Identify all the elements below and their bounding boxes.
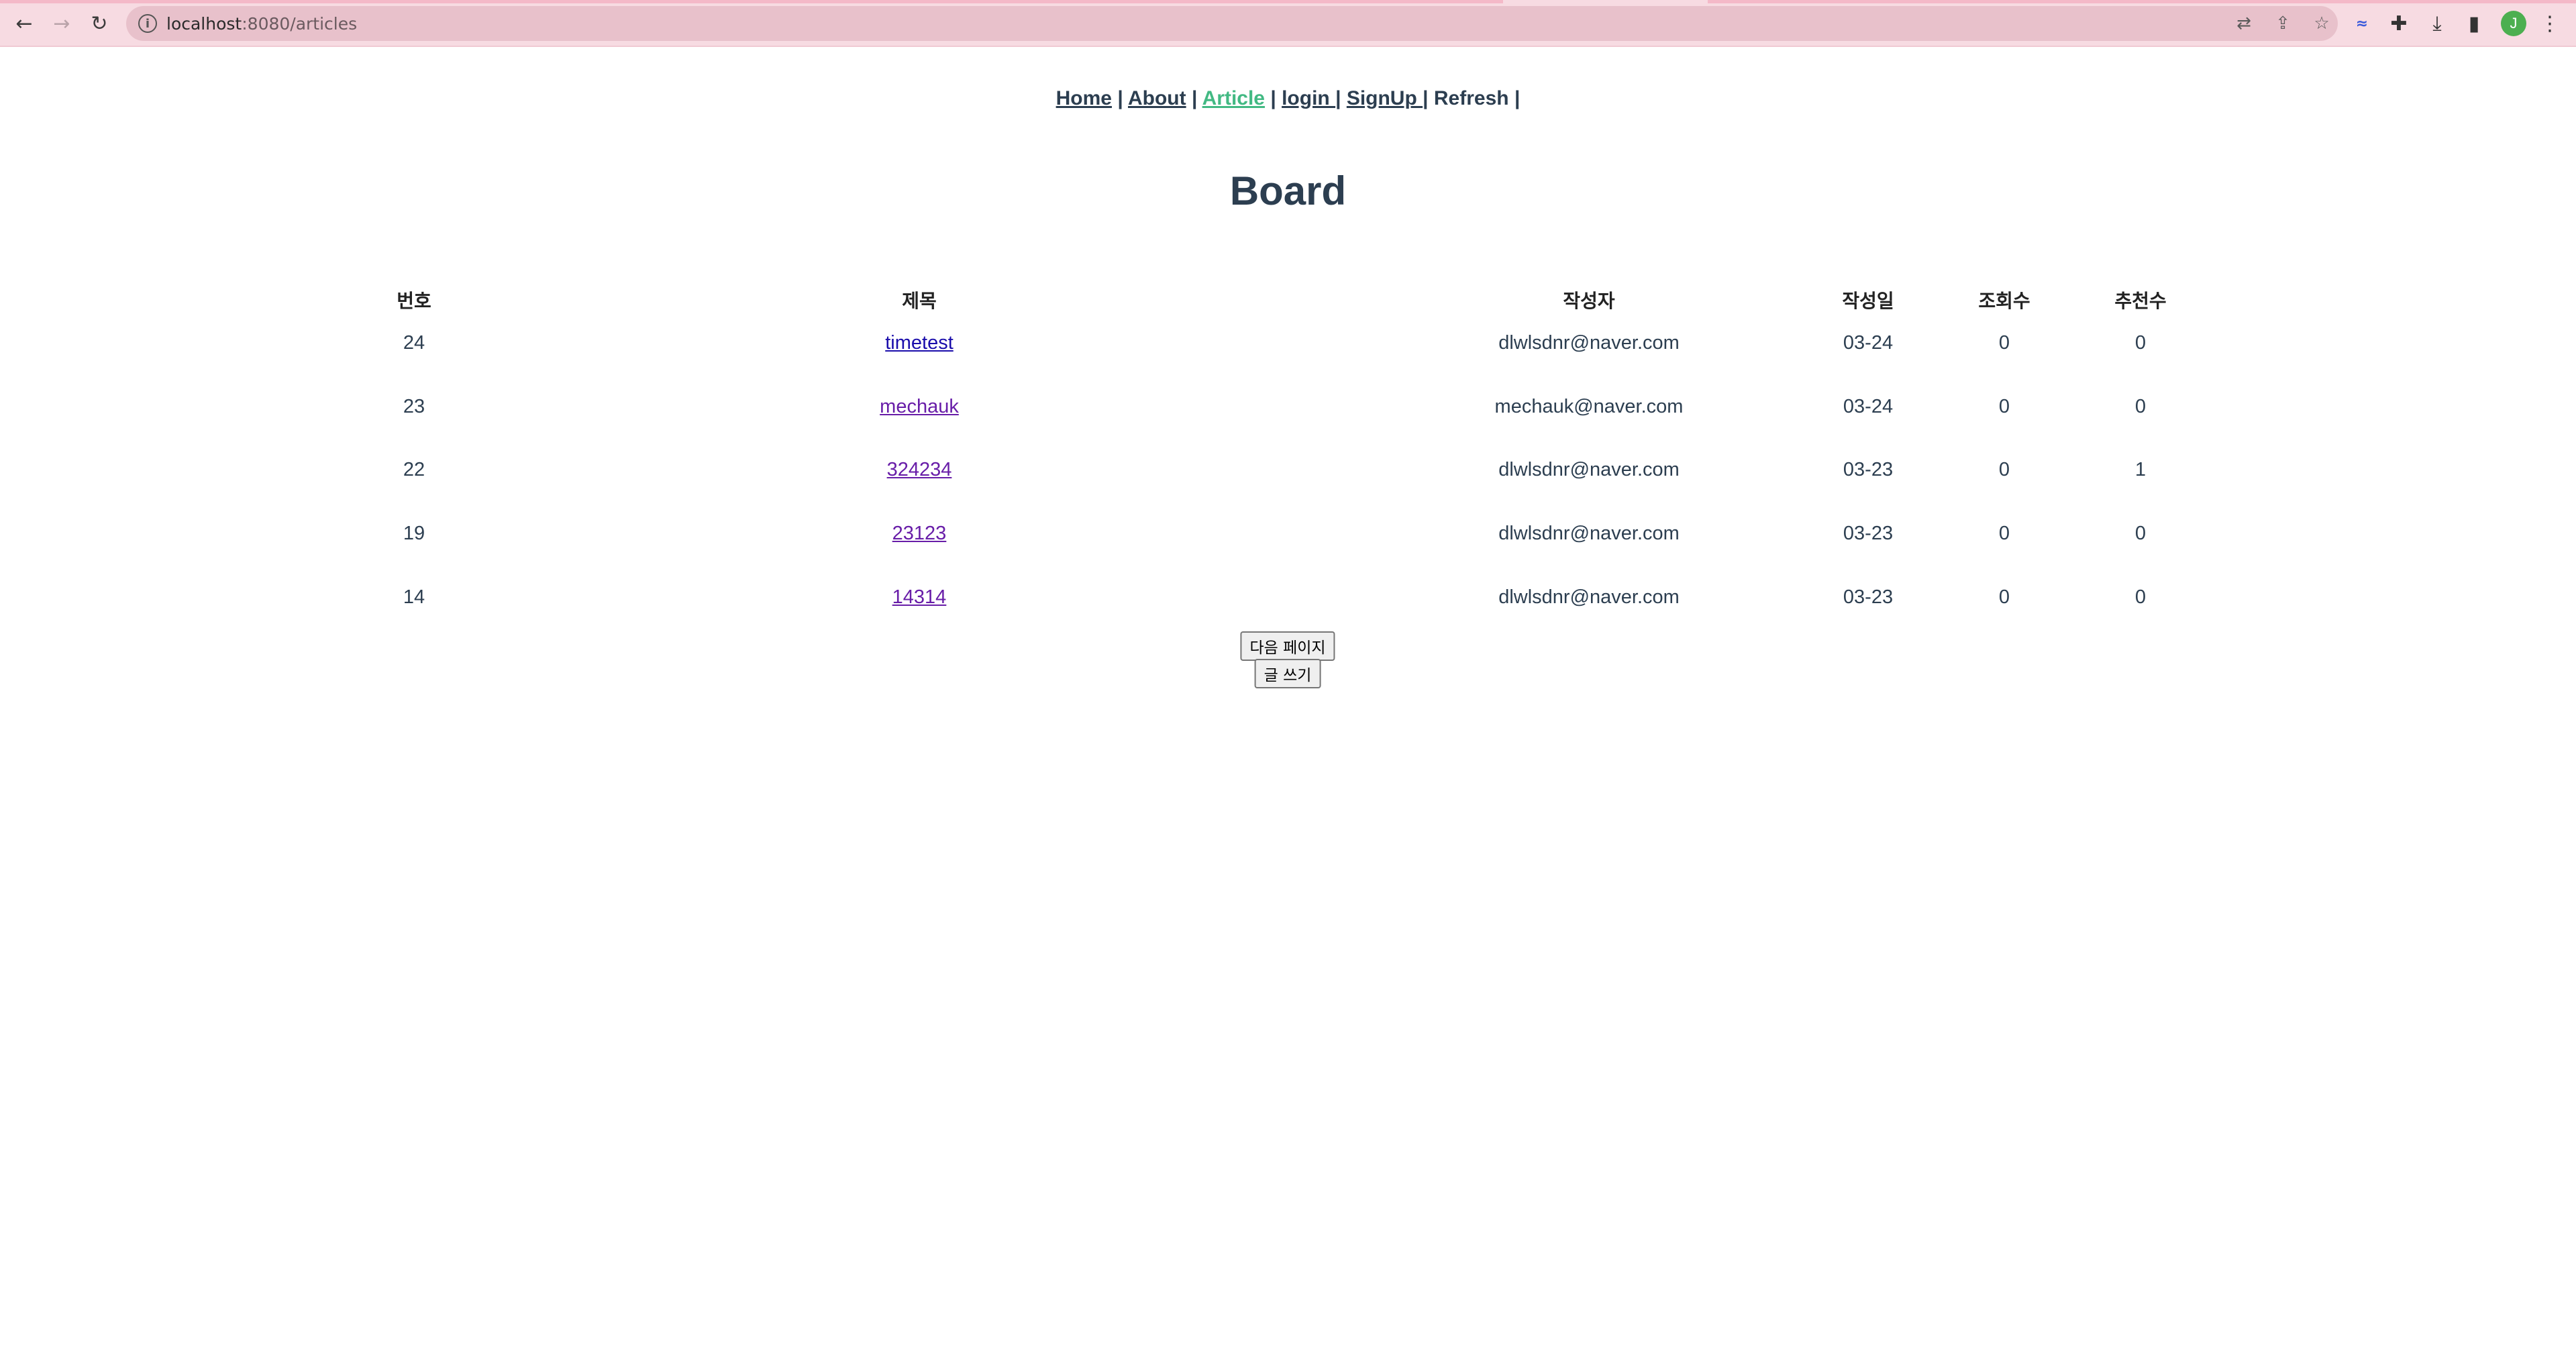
article-title-link[interactable]: 23123 — [892, 523, 947, 544]
article-title-link[interactable]: timetest — [885, 332, 954, 354]
cell-title: mechauk — [880, 396, 959, 418]
site-nav: Home | About | Article | login | SignUp … — [0, 87, 2576, 110]
url-host: localhost — [166, 14, 242, 34]
nav-separator: | — [1117, 87, 1123, 109]
column-header-views: 조회수 — [1978, 290, 2030, 312]
cell-no: 23 — [403, 396, 425, 417]
column-header-likes: 추천수 — [2114, 290, 2167, 312]
share-icon[interactable]: ⇪ — [2272, 13, 2294, 34]
article-title-link[interactable]: 324234 — [887, 459, 952, 480]
cell-likes: 1 — [2134, 459, 2147, 480]
bookmark-star-icon[interactable]: ☆ — [2311, 13, 2332, 34]
menu-kebab-icon[interactable]: ⋮ — [2535, 9, 2565, 38]
cell-author: dlwlsdnr@naver.com — [1498, 459, 1680, 480]
column-header-author: 작성자 — [1563, 290, 1615, 312]
nav-about-link[interactable]: About — [1128, 87, 1186, 109]
cell-date: 03-23 — [1843, 523, 1894, 544]
nav-login-label: login — [1282, 87, 1336, 109]
cell-no: 22 — [403, 459, 425, 480]
tab-strip-edge — [0, 0, 2576, 3]
nav-separator: | — [1270, 87, 1276, 109]
cell-views: 0 — [1998, 396, 2010, 417]
next-page-button[interactable]: 다음 페이지 — [1240, 631, 1335, 661]
cell-no: 14 — [403, 586, 425, 608]
cell-title: 324234 — [887, 459, 952, 481]
article-title-link[interactable]: 14314 — [892, 586, 947, 608]
nav-refresh-text[interactable]: Refresh — [1434, 87, 1509, 109]
cell-views: 0 — [1998, 586, 2010, 608]
write-article-button[interactable]: 글 쓰기 — [1254, 659, 1321, 688]
side-panel-icon[interactable]: ▮ — [2459, 9, 2489, 38]
url-path: :8080/articles — [242, 14, 358, 34]
browser-toolbar: ← → ↻ i localhost:8080/articles ⇄ ⇪ ☆ ≈ … — [0, 0, 2576, 47]
cell-author: dlwlsdnr@naver.com — [1498, 586, 1680, 608]
download-icon[interactable]: ⤓ — [2422, 9, 2452, 38]
column-header-date: 작성일 — [1842, 290, 1894, 312]
extension-icon[interactable]: ≈ — [2347, 9, 2377, 38]
nav-home-link[interactable]: Home — [1056, 87, 1112, 109]
article-title-link[interactable]: mechauk — [880, 396, 959, 417]
nav-article-link[interactable]: Article — [1202, 87, 1265, 109]
forward-arrow-icon[interactable]: → — [47, 9, 76, 38]
url-text[interactable]: localhost:8080/articles — [166, 14, 357, 34]
cell-likes: 0 — [2134, 332, 2147, 354]
cell-title: 23123 — [892, 523, 947, 545]
back-arrow-icon[interactable]: ← — [9, 9, 39, 38]
extensions-puzzle-icon[interactable]: ✚ — [2384, 9, 2414, 38]
cell-author: mechauk@naver.com — [1494, 396, 1684, 417]
site-info-icon[interactable]: i — [138, 14, 157, 33]
cell-views: 0 — [1998, 332, 2010, 354]
cell-title: timetest — [885, 332, 954, 354]
cell-likes: 0 — [2134, 586, 2147, 608]
nav-separator: | — [1423, 87, 1429, 109]
cell-author: dlwlsdnr@naver.com — [1498, 332, 1680, 354]
cell-title: 14314 — [892, 586, 947, 609]
page-title: Board — [1229, 168, 1347, 213]
cell-views: 0 — [1998, 523, 2010, 544]
nav-separator: | — [1335, 87, 1341, 109]
column-header-no: 번호 — [397, 290, 431, 312]
address-bar[interactable]: i localhost:8080/articles ⇄ ⇪ ☆ — [126, 6, 2338, 41]
cell-likes: 0 — [2134, 523, 2147, 544]
translate-icon[interactable]: ⇄ — [2233, 13, 2255, 34]
cell-author: dlwlsdnr@naver.com — [1498, 523, 1680, 544]
column-header-title: 제목 — [902, 290, 937, 312]
cell-date: 03-23 — [1843, 459, 1894, 480]
cell-views: 0 — [1998, 459, 2010, 480]
nav-separator: | — [1514, 87, 1521, 109]
cell-no: 24 — [403, 332, 425, 354]
cell-no: 19 — [403, 523, 425, 544]
nav-separator: | — [1191, 87, 1198, 109]
cell-date: 03-24 — [1843, 396, 1894, 417]
nav-signup-link[interactable]: SignUp — [1347, 87, 1423, 109]
reload-icon[interactable]: ↻ — [85, 9, 114, 38]
cell-likes: 0 — [2134, 396, 2147, 417]
nav-login-link[interactable]: login | — [1282, 87, 1341, 109]
cell-date: 03-23 — [1843, 586, 1894, 608]
cell-date: 03-24 — [1843, 332, 1894, 354]
profile-avatar[interactable]: J — [2501, 11, 2526, 36]
